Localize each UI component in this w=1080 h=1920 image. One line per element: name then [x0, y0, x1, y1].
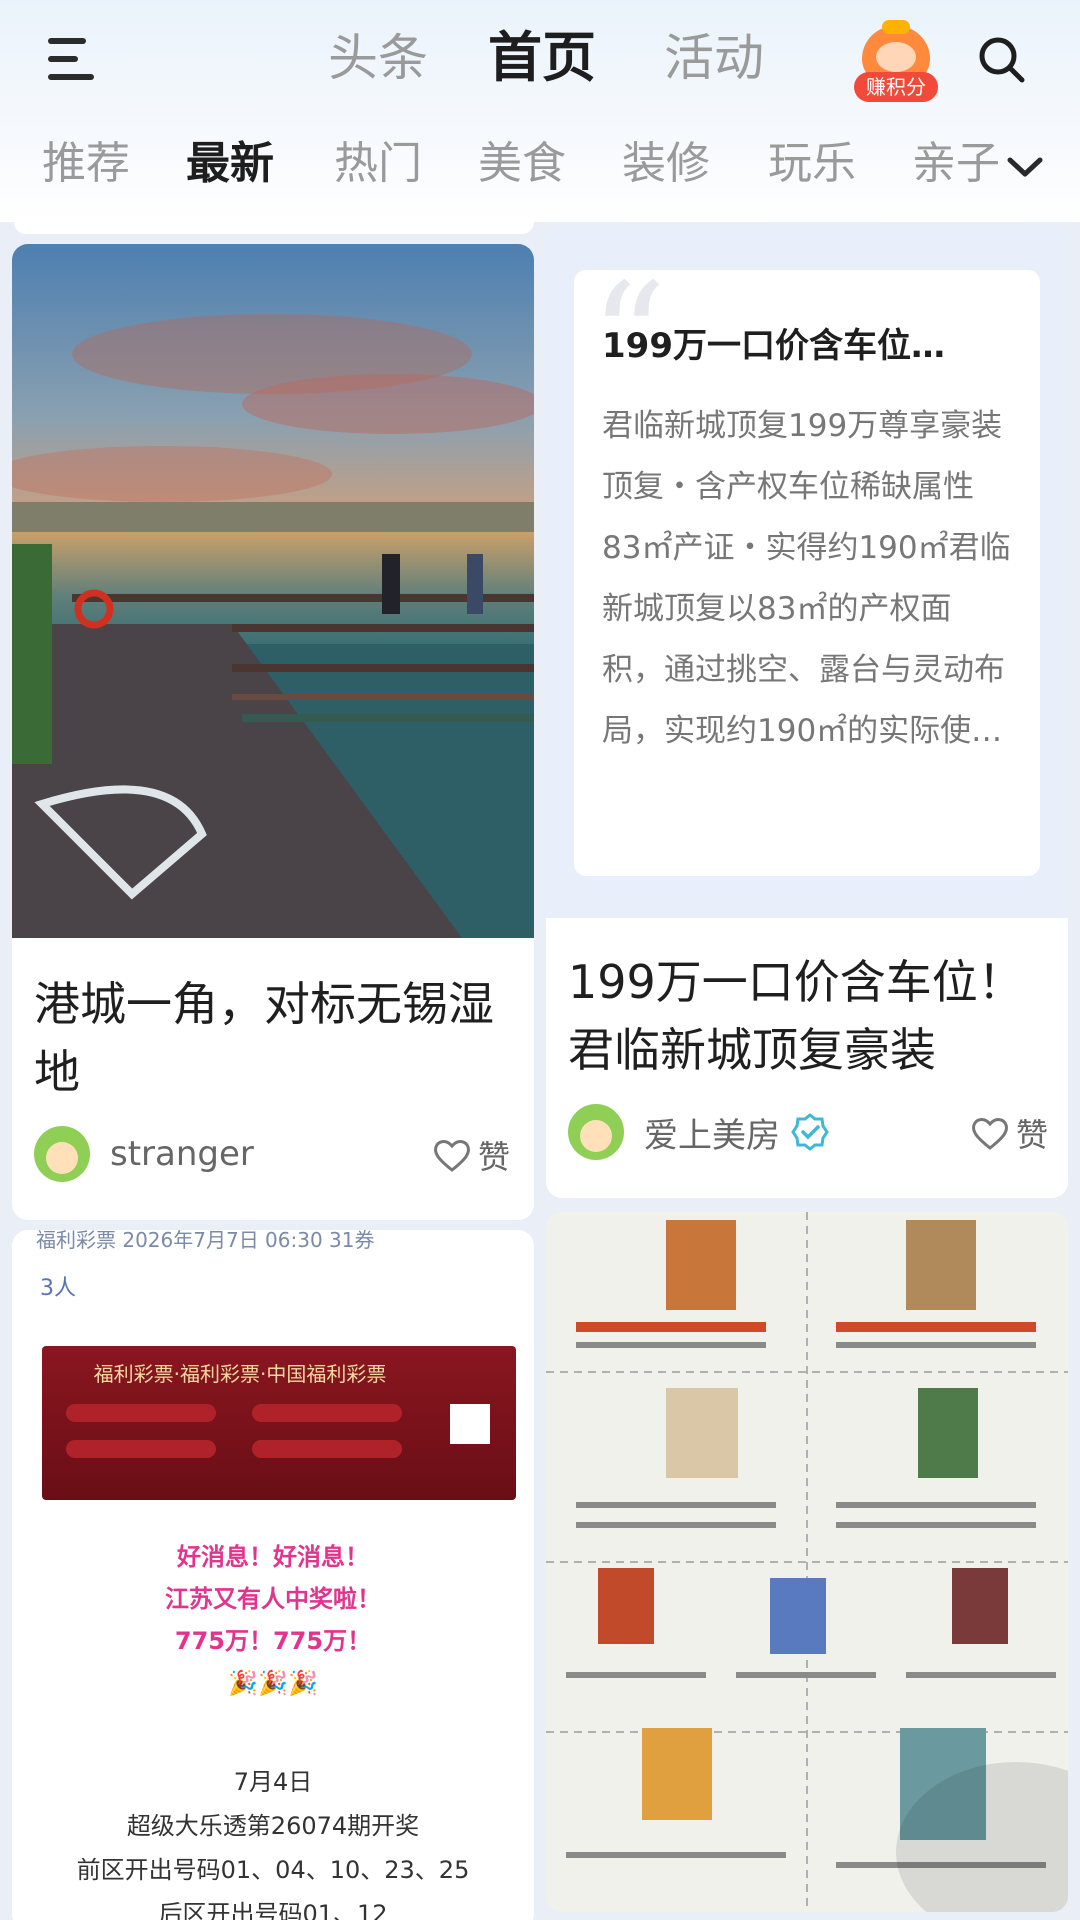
- chevron-down-icon[interactable]: [1004, 152, 1046, 184]
- feed-card-2[interactable]: “ 199万一口价含车位… 君临新城顶复199万尊享豪装顶复・含产权车位稀缺属性…: [546, 226, 1068, 1198]
- banner-text: 福利彩票·福利彩票·中国福利彩票: [93, 1362, 387, 1386]
- category-parenting[interactable]: 亲子: [912, 132, 1000, 196]
- good-news-text: 好消息！好消息！ 江苏又有人中奖啦！ 775万！775万！ 🎉🎉🎉: [165, 1543, 381, 1697]
- category-food[interactable]: 美食: [478, 132, 566, 196]
- post-count: 3人: [40, 1276, 76, 1301]
- category-latest[interactable]: 最新: [186, 132, 274, 196]
- feed-card-3[interactable]: 福利彩票 2026年7月7日 06:30 31券 3人 福利彩票·福利彩票·中国…: [12, 1230, 534, 1920]
- tab-home[interactable]: 首页: [488, 22, 596, 94]
- quote-body: 君临新城顶复199万尊享豪装顶复・含产权车位稀缺属性83㎡产证・实得约190㎡君…: [602, 408, 1011, 749]
- sunset-pier-photo: [12, 244, 534, 938]
- earn-points-button[interactable]: 赚积分: [848, 20, 944, 104]
- category-decoration[interactable]: 装修: [622, 132, 710, 196]
- category-hot[interactable]: 热门: [334, 132, 422, 196]
- like-button[interactable]: 赞: [970, 1110, 1048, 1156]
- draw-results: 7月4日 超级大乐透第26074期开奖 前区开出号码01、04、10、23、25…: [76, 1768, 470, 1920]
- heart-icon: [972, 1118, 1008, 1150]
- category-tabs: 推荐 最新 热门 美食 装修 玩乐 亲子: [0, 112, 1080, 222]
- tab-headlines[interactable]: 头条: [328, 22, 428, 94]
- card-author[interactable]: 爱上美房: [568, 1104, 830, 1160]
- verified-icon: [791, 1113, 829, 1151]
- like-label: 赞: [478, 1138, 511, 1176]
- quote-title: 199万一口价含车位…: [602, 326, 945, 366]
- post-meta: 福利彩票 2026年7月7日 06:30 31券: [36, 1230, 375, 1252]
- category-fun[interactable]: 玩乐: [768, 132, 856, 196]
- search-icon[interactable]: [976, 34, 1028, 86]
- category-recommend[interactable]: 推荐: [42, 132, 130, 196]
- top-nav: 头条 首页 活动 赚积分: [0, 0, 1080, 112]
- book-list-photo: [546, 1212, 1068, 1912]
- like-button[interactable]: 赞: [432, 1132, 510, 1178]
- card-title[interactable]: 199万一口价含车位！君临新城顶复豪装: [568, 948, 1048, 1084]
- menu-icon[interactable]: [48, 36, 102, 84]
- header: 头条 首页 活动 赚积分 推荐 最新 热门 美食 装修 玩乐 亲子: [0, 0, 1080, 222]
- quote-box: “ 199万一口价含车位… 君临新城顶复199万尊享豪装顶复・含产权车位稀缺属性…: [574, 264, 1040, 876]
- earn-points-badge: 赚积分: [854, 72, 938, 102]
- like-label: 赞: [1016, 1116, 1049, 1154]
- heart-icon: [434, 1140, 470, 1172]
- feed-card-4[interactable]: [546, 1212, 1068, 1912]
- author-name: stranger: [110, 1134, 254, 1174]
- card-author[interactable]: stranger: [34, 1126, 254, 1182]
- tab-activities[interactable]: 活动: [664, 22, 764, 94]
- lottery-banner: 福利彩票·福利彩票·中国福利彩票: [42, 1346, 516, 1500]
- previous-card-edge: [14, 222, 534, 234]
- feed-card-1[interactable]: 港城一角，对标无锡湿地 stranger 赞: [12, 244, 534, 1220]
- avatar: [34, 1126, 90, 1182]
- avatar: [568, 1104, 624, 1160]
- card-title[interactable]: 港城一角，对标无锡湿地: [34, 970, 514, 1106]
- author-name: 爱上美房: [644, 1115, 780, 1156]
- qr-code-icon: [450, 1404, 490, 1444]
